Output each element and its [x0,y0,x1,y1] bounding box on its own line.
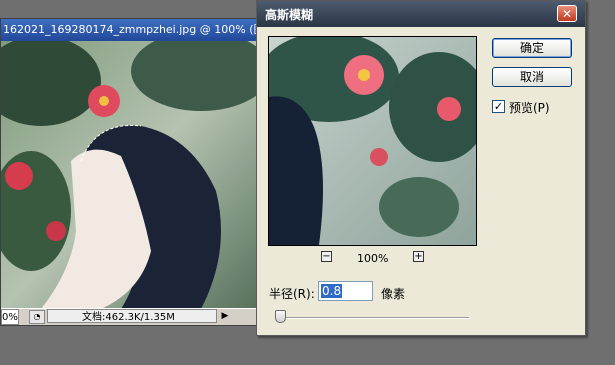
zoom-out-button[interactable]: − [321,251,332,262]
blur-preview[interactable] [268,36,477,246]
radius-slider-track[interactable] [277,317,469,319]
document-window: 162021_169280174_zmmpzhei.jpg @ 100% (图层… [0,18,264,326]
radius-input[interactable]: 0.8 [318,281,373,301]
zoom-in-button[interactable]: + [413,251,424,262]
photo-image [1,41,263,309]
document-canvas[interactable] [1,41,263,309]
close-button[interactable]: ✕ [557,5,577,22]
preview-zoom-value: 100% [357,252,389,265]
preview-checkbox[interactable]: ✓ [492,100,505,113]
preview-image [269,37,476,245]
document-title-bar[interactable]: 162021_169280174_zmmpzhei.jpg @ 100% (图层… [1,19,263,41]
ok-button[interactable]: 确定 [492,38,572,58]
status-nav-icon[interactable]: ◔ [29,310,45,324]
radius-label: 半径(R): [269,287,315,301]
dialog-title: 高斯模糊 [265,8,314,22]
radius-input-value: 0.8 [321,284,343,298]
gaussian-blur-dialog: 高斯模糊 ✕ − 100% + 确定 取消 ✓ 预览(P) 半径(R): 0.8… [256,0,586,336]
radius-unit-label: 像素 [381,287,406,301]
document-size-info: 文档:462.3K/1.35M [47,309,217,323]
radius-slider-thumb[interactable] [275,310,286,323]
preview-checkbox-label: 预览(P) [509,101,550,115]
zoom-percentage-field[interactable]: 0% [1,309,19,325]
status-menu-arrow-icon[interactable]: ▶ [219,310,231,322]
document-status-bar: 0% ◔ 文档:462.3K/1.35M ▶ [1,308,263,325]
dialog-title-bar[interactable]: 高斯模糊 ✕ [257,1,585,27]
cancel-button[interactable]: 取消 [492,67,572,87]
